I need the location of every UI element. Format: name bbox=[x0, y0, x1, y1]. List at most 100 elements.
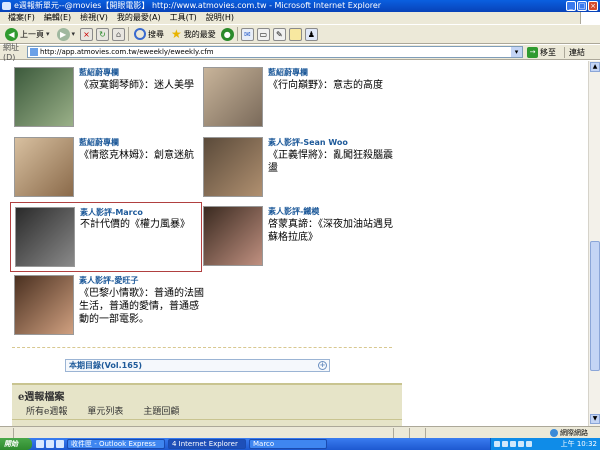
forward-button[interactable]: ▶ ▾ bbox=[55, 26, 78, 42]
tab-topic-review[interactable]: 主題回顧 bbox=[143, 404, 179, 417]
scroll-up-icon[interactable]: ▲ bbox=[590, 62, 600, 72]
article-card[interactable]: 素人影評-愛旺子 《巴黎小情歌》：普通的法國生活，普通的愛情，普通感動的一部電影… bbox=[14, 275, 204, 345]
article-title[interactable]: 《寂寞鋼琴師》：迷人美學 bbox=[79, 79, 204, 92]
address-label: 網址(D) bbox=[3, 43, 19, 62]
tab-all-eweekly[interactable]: 所有e週報 bbox=[26, 404, 67, 417]
article-title[interactable]: 不計代價的《權力風暴》 bbox=[80, 218, 198, 231]
article-thumbnail[interactable] bbox=[15, 207, 75, 267]
search-label: 搜尋 bbox=[148, 29, 165, 39]
refresh-icon[interactable]: ↻ bbox=[96, 27, 110, 41]
menu-file[interactable]: 檔案(F) bbox=[8, 12, 35, 24]
archive-title: e週報檔案 bbox=[18, 392, 65, 403]
tray-icon[interactable] bbox=[494, 441, 500, 447]
article-thumbnail[interactable] bbox=[14, 275, 74, 335]
article-title[interactable]: 《行向巔野》：意志的高度 bbox=[268, 79, 393, 92]
links-button[interactable]: 連結 bbox=[564, 46, 585, 58]
vertical-scrollbar[interactable]: ▲ ▼ bbox=[588, 61, 600, 426]
taskbar: 開始 收件匣 - Outlook Express 4 Internet Expl… bbox=[0, 438, 600, 450]
status-page-icon bbox=[0, 427, 14, 438]
toolbar-separator bbox=[128, 27, 130, 41]
article-card[interactable]: 素人影評-鐵模 啓蒙真諦：《深夜加油站遇見蘇格拉底》 bbox=[203, 206, 393, 274]
forward-arrow-icon: ▶ bbox=[56, 27, 70, 41]
menu-bar: 檔案(F) 編輯(E) 檢視(V) 我的最愛(A) 工具(T) 說明(H) bbox=[0, 12, 600, 24]
article-category[interactable]: 藍紹蔚專欄 bbox=[79, 67, 119, 78]
article-category[interactable]: 素人影評-Marco bbox=[80, 207, 143, 218]
tray-icon[interactable] bbox=[526, 441, 532, 447]
page-content: 藍紹蔚專欄 《寂寞鋼琴師》：迷人美學 藍紹蔚專欄 《行向巔野》：意志的高度 藍紹… bbox=[0, 61, 588, 426]
folder-icon[interactable] bbox=[288, 27, 302, 41]
menu-edit[interactable]: 編輯(E) bbox=[44, 12, 71, 24]
globe-icon bbox=[550, 429, 558, 437]
media-icon[interactable]: ● bbox=[220, 27, 234, 41]
article-title[interactable]: 《巴黎小情歌》：普通的法國生活，普通的愛情，普通感動的一部電影。 bbox=[79, 287, 204, 326]
star-icon: ★ bbox=[171, 27, 182, 41]
address-url: http://app.atmovies.com.tw/eweekly/eweek… bbox=[40, 48, 214, 56]
quick-launch-icon[interactable] bbox=[56, 440, 64, 448]
article-thumbnail[interactable] bbox=[203, 67, 263, 127]
favorites-button[interactable]: ★ 我的最愛 bbox=[169, 26, 218, 42]
tray-icon[interactable] bbox=[502, 441, 508, 447]
scrollbar-thumb[interactable] bbox=[590, 241, 600, 371]
article-title[interactable]: 啓蒙真諦：《深夜加油站遇見蘇格拉底》 bbox=[268, 218, 393, 244]
archive-divider bbox=[12, 419, 402, 420]
article-thumbnail[interactable] bbox=[14, 67, 74, 127]
mail-icon[interactable]: ✉ bbox=[240, 27, 254, 41]
tray-icon[interactable] bbox=[518, 441, 524, 447]
stop-icon[interactable]: × bbox=[80, 27, 94, 41]
article-category[interactable]: 素人影評-愛旺子 bbox=[79, 275, 138, 286]
quick-launch-icon[interactable] bbox=[46, 440, 54, 448]
article-category[interactable]: 素人影評-鐵模 bbox=[268, 206, 319, 217]
menu-tools[interactable]: 工具(T) bbox=[170, 12, 197, 24]
article-card[interactable]: 藍紹蔚專欄 《寂寞鋼琴師》：迷人美學 bbox=[14, 67, 204, 135]
start-button[interactable]: 開始 bbox=[0, 438, 32, 450]
close-button[interactable]: × bbox=[588, 1, 598, 11]
search-button[interactable]: 搜尋 bbox=[132, 26, 166, 42]
article-category[interactable]: 藍紹蔚專欄 bbox=[268, 67, 308, 78]
windows-logo-icon bbox=[580, 12, 600, 24]
home-icon[interactable]: ⌂ bbox=[112, 27, 126, 41]
article-title[interactable]: 《情慾克林姆》：創意迷航 bbox=[79, 149, 204, 162]
status-text bbox=[14, 427, 394, 438]
article-card[interactable]: 藍紹蔚專欄 《行向巔野》：意志的高度 bbox=[203, 67, 393, 135]
favorites-label: 我的最愛 bbox=[183, 29, 216, 39]
menu-favorites[interactable]: 我的最愛(A) bbox=[117, 12, 161, 24]
article-card[interactable]: 素人影評-Marco 不計代價的《權力風暴》 bbox=[10, 202, 202, 272]
window-title: e週報新單元--@movies【開眼電影】 http://www.atmovie… bbox=[14, 1, 382, 10]
back-arrow-icon: ◀ bbox=[5, 27, 18, 41]
go-label: 移至 bbox=[540, 47, 556, 57]
article-title[interactable]: 《正義悍將》：亂闖狂殺腦震盪 bbox=[268, 149, 393, 175]
article-card[interactable]: 素人影評-Sean Woo 《正義悍將》：亂闖狂殺腦震盪 bbox=[203, 137, 393, 205]
toc-bar[interactable]: 本期目錄(Vol.165) + bbox=[65, 359, 330, 372]
article-thumbnail[interactable] bbox=[14, 137, 74, 197]
tab-unit-list[interactable]: 單元列表 bbox=[87, 404, 123, 417]
tray-icon[interactable] bbox=[510, 441, 516, 447]
article-thumbnail[interactable] bbox=[203, 137, 263, 197]
print-icon[interactable]: ▭ bbox=[256, 27, 270, 41]
quick-launch-icon[interactable] bbox=[36, 440, 44, 448]
address-input[interactable]: http://app.atmovies.com.tw/eweekly/eweek… bbox=[27, 46, 523, 58]
back-label: 上一頁 bbox=[20, 29, 44, 39]
messenger-icon[interactable]: ♟ bbox=[304, 27, 318, 41]
chevron-down-icon: ▾ bbox=[71, 30, 76, 38]
back-button[interactable]: ◀ 上一頁 ▾ bbox=[3, 26, 52, 42]
minimize-button[interactable]: _ bbox=[566, 1, 576, 11]
toc-label[interactable]: 本期目錄(Vol.165) bbox=[69, 361, 142, 370]
chevron-down-icon[interactable]: ▾ bbox=[511, 47, 522, 57]
article-card[interactable]: 藍紹蔚專欄 《情慾克林姆》：創意迷航 bbox=[14, 137, 204, 205]
taskbar-outlook[interactable]: 收件匣 - Outlook Express bbox=[67, 439, 165, 449]
taskbar-marco[interactable]: Marco bbox=[249, 439, 327, 449]
go-arrow-icon: → bbox=[527, 46, 538, 58]
article-thumbnail[interactable] bbox=[203, 206, 263, 266]
menu-help[interactable]: 說明(H) bbox=[206, 12, 234, 24]
expand-plus-icon[interactable]: + bbox=[318, 361, 327, 370]
taskbar-internet-explorer[interactable]: 4 Internet Explorer bbox=[168, 439, 246, 449]
search-icon bbox=[134, 28, 147, 40]
article-category[interactable]: 素人影評-Sean Woo bbox=[268, 137, 348, 148]
article-category[interactable]: 藍紹蔚專欄 bbox=[79, 137, 119, 148]
go-button[interactable]: → 移至 bbox=[527, 46, 556, 58]
edit-icon[interactable]: ✎ bbox=[272, 27, 286, 41]
maximize-button[interactable]: □ bbox=[577, 1, 587, 11]
menu-view[interactable]: 檢視(V) bbox=[80, 12, 108, 24]
zone-label: 網際網路 bbox=[560, 429, 588, 437]
scroll-down-icon[interactable]: ▼ bbox=[590, 414, 600, 424]
